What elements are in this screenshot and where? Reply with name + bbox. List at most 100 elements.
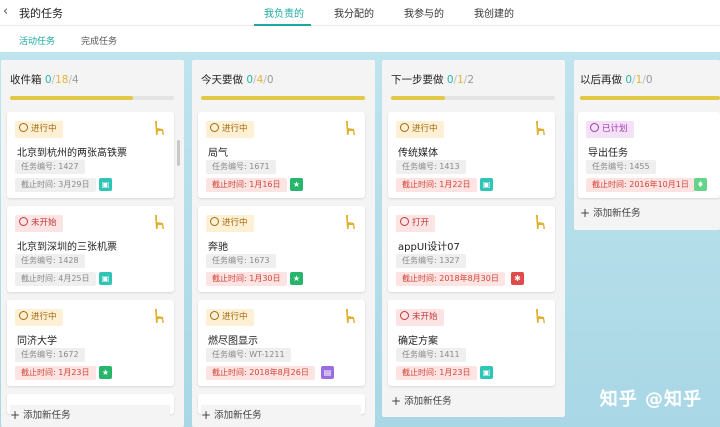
task-id-tag: 任务编号: 1673 [206,254,276,268]
task-type-icon: ▣ [99,178,112,191]
giraffe-icon [155,121,164,135]
column-header: 收件箱 0/18/4 [10,74,79,86]
column-title: 收件箱 [10,74,42,86]
task-type-icon: ▣ [480,178,493,191]
count-c: 2 [467,74,474,86]
giraffe-icon [536,309,545,323]
subtab-completed-tasks[interactable]: 完成任务 [81,34,117,47]
giraffe-icon [346,215,355,229]
column-inbox: 收件箱 0/18/4 进行中 北京到杭州的两张高铁票 任务编号: 1427 截止… [1,60,184,427]
count-b: 1 [457,74,464,86]
giraffe-icon [155,309,164,323]
task-card[interactable]: 进行中 燃尽图显示 任务编号: WT-1211 截止时间: 2018年8月26日… [198,300,365,386]
task-title: 北京到杭州的两张高铁票 [17,148,127,159]
status-badge: 未开始 [396,309,444,326]
add-task-button[interactable]: + 添加新任务 [391,393,452,408]
page-title: 我的任务 [19,7,63,20]
status-label: 进行中 [222,218,248,228]
calendar-circle-icon [590,123,599,132]
add-task-button[interactable]: + 添加新任务 [201,405,361,424]
task-card[interactable]: 进行中 奔驰 任务编号: 1673 截止时间: 1月30日 ★ [198,206,365,292]
plus-icon: + [10,408,21,422]
task-type-icon: ▤ [321,366,334,379]
progress-fill [391,96,446,100]
task-id-tag: 任务编号: 1671 [206,160,276,174]
due-date-tag: 截止时间: 2016年10月1日 [586,178,695,192]
column-title: 下一步要做 [391,74,444,86]
task-title: 局气 [208,148,228,159]
task-card[interactable]: 已计划 导出任务 任务编号: 1455 截止时间: 2016年10月1日 ♦ [578,112,720,198]
count-b: 18 [55,74,69,86]
task-title: appUI设计07 [398,242,460,253]
task-card[interactable]: 进行中 北京到杭州的两张高铁票 任务编号: 1427 截止时间: 3月29日 ▣ [7,112,174,198]
task-type-icon: ★ [290,272,303,285]
column-today: 今天要做 0/4/0 进行中 局气 任务编号: 1671 截止时间: 1月16日… [192,60,375,427]
minus-circle-icon [400,311,409,320]
tab-assigned-by-me[interactable]: 我分配的 [334,5,374,20]
status-label: 进行中 [31,312,57,322]
count-c: 4 [72,74,79,86]
due-date-tag: 截止时间: 1月16日 [206,178,287,192]
kanban-board: 收件箱 0/18/4 进行中 北京到杭州的两张高铁票 任务编号: 1427 截止… [0,52,720,427]
task-type-icon: ✱ [511,272,524,285]
task-id-tag: 任务编号: 1427 [15,160,85,174]
tab-my-responsible[interactable]: 我负责的 [264,5,304,20]
giraffe-icon [346,309,355,323]
column-scrollbar[interactable] [177,140,180,166]
add-task-label: 添加新任务 [404,396,452,407]
task-type-icon: ★ [99,366,112,379]
count-a: 0 [44,74,52,86]
subtab-active-tasks[interactable]: 活动任务 [19,34,55,47]
task-title: 北京到深圳的三张机票 [17,242,117,253]
progress-fill [10,96,133,100]
status-badge: 进行中 [15,309,63,326]
sub-tab-bar: 活动任务 完成任务 [0,26,720,52]
due-date-tag: 截止时间: 1月23日 [15,366,96,380]
plus-icon: + [391,394,402,408]
task-card[interactable]: 未开始 确定方案 任务编号: 1411 截止时间: 1月23日 ▣ [388,300,555,386]
column-next: 下一步要做 0/1/2 进行中 传统媒体 任务编号: 1413 截止时间: 1月… [382,60,565,417]
back-arrow-icon[interactable]: ‹ [3,5,15,19]
progress-fill [201,96,365,100]
task-id-tag: 任务编号: WT-1211 [206,348,291,362]
column-progress-bar [580,96,720,100]
add-task-label: 添加新任务 [593,208,641,219]
add-task-label: 添加新任务 [214,410,262,421]
task-id-tag: 任务编号: 1672 [15,348,85,362]
column-title: 今天要做 [201,74,243,86]
task-title: 确定方案 [398,336,438,347]
add-task-button[interactable]: + 添加新任务 [580,205,641,220]
minus-circle-icon [19,217,28,226]
tab-created-by-me[interactable]: 我创建的 [474,5,514,20]
tab-participating[interactable]: 我参与的 [404,5,444,20]
count-c: 0 [645,74,653,86]
add-task-button[interactable]: + 添加新任务 [10,405,170,424]
status-label: 进行中 [412,124,438,134]
status-badge: 进行中 [15,121,63,138]
status-label: 未开始 [412,312,438,322]
status-badge: 未开始 [15,215,63,232]
count-c: 0 [266,74,274,86]
top-navigation-bar: ‹ 我的任务 我负责的 我分配的 我参与的 我创建的 [0,0,720,26]
task-card[interactable]: 进行中 局气 任务编号: 1671 截止时间: 1月16日 ★ [198,112,365,198]
task-card[interactable]: 进行中 传统媒体 任务编号: 1413 截止时间: 1月22日 ▣ [388,112,555,198]
due-date-tag: 截止时间: 1月30日 [206,272,287,286]
column-later: 以后再做 0/1/0 已计划 导出任务 任务编号: 1455 截止时间: 201… [574,60,720,230]
clock-icon [210,217,219,226]
task-title: 传统媒体 [398,148,438,159]
due-date-tag: 截止时间: 2018年8月30日 [396,272,505,286]
minus-circle-icon [400,217,409,226]
status-label: 已计划 [602,124,628,134]
task-card[interactable]: 打开 appUI设计07 任务编号: 1327 截止时间: 2018年8月30日… [388,206,555,292]
column-progress-bar [201,96,365,100]
watermark: 知乎 @知乎 [599,389,702,410]
status-label: 未开始 [31,218,57,228]
status-badge: 进行中 [396,121,444,138]
task-card[interactable]: 进行中 同济大学 任务编号: 1672 截止时间: 1月23日 ★ [7,300,174,386]
due-date-tag: 截止时间: 1月23日 [396,366,477,380]
status-label: 打开 [412,218,430,228]
task-id-tag: 任务编号: 1413 [396,160,466,174]
due-date-tag: 截止时间: 3月29日 [15,178,96,192]
count-a: 0 [446,74,454,86]
task-card[interactable]: 未开始 北京到深圳的三张机票 任务编号: 1428 截止时间: 4月25日 ▣ [7,206,174,292]
